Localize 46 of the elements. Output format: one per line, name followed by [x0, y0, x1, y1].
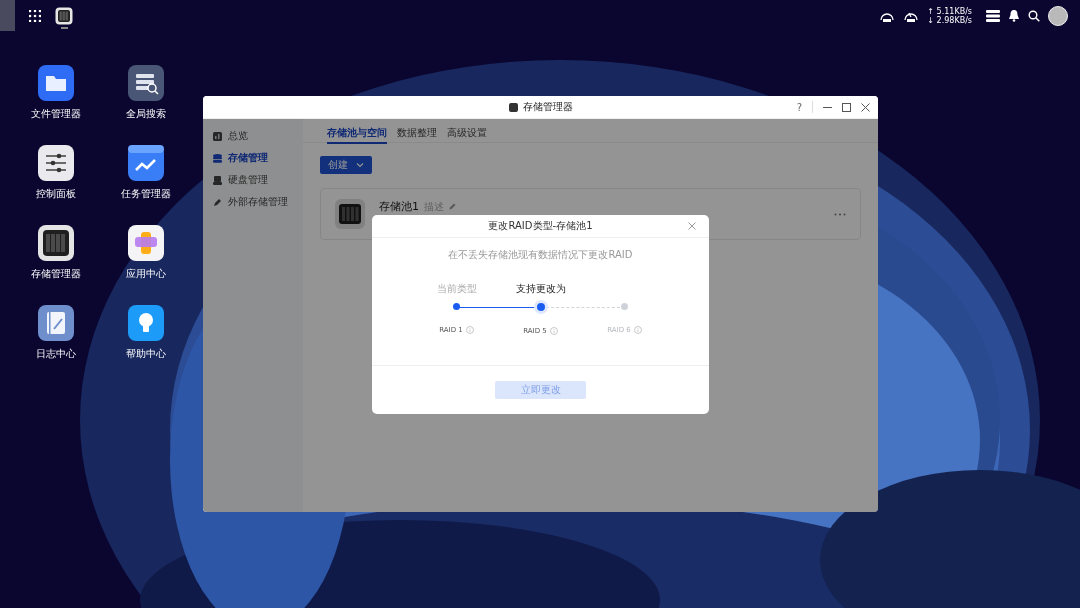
pool-name: 存储池1 — [379, 199, 419, 214]
app-grid-icon[interactable] — [29, 9, 41, 22]
bell-icon[interactable] — [1008, 9, 1020, 22]
storage-pool-icon — [335, 199, 365, 229]
step-caption: 当前类型 — [436, 281, 477, 296]
log-app-icon — [38, 305, 74, 341]
create-button[interactable]: 创建 — [320, 156, 372, 174]
desktop-shortcut[interactable]: 文件管理器 — [11, 65, 101, 121]
upload-speed: ↑ 5.11KB/s — [927, 6, 972, 16]
desktop-shortcut[interactable]: 应用中心 — [101, 225, 191, 281]
dialog-description: 在不丢失存储池现有数据情况下更改RAID — [447, 248, 634, 262]
window-title: 存储管理器 — [522, 100, 573, 114]
desktop-shortcut[interactable]: 帮助中心 — [101, 305, 191, 361]
search-icon[interactable] — [1028, 9, 1040, 22]
step-dot[interactable] — [621, 303, 628, 310]
external-icon — [213, 197, 222, 207]
desktop-shortcut[interactable]: 任务管理器 — [101, 145, 191, 201]
download-speed: ↓ 2.98KB/s — [927, 15, 972, 25]
bulb-app-icon — [128, 305, 164, 341]
tab[interactable]: 高级设置 — [447, 126, 487, 142]
step-caption: 支持更改为 — [515, 281, 566, 296]
desktop-shortcut[interactable]: 日志中心 — [11, 305, 101, 361]
more-icon[interactable] — [834, 212, 846, 216]
step-dot[interactable] — [533, 300, 548, 314]
desktop-shortcut[interactable]: 全局搜索 — [101, 65, 191, 121]
sliders-app-icon — [38, 145, 74, 181]
apps-app-icon — [128, 225, 164, 261]
server-icon[interactable] — [986, 9, 1000, 22]
storage-icon — [508, 102, 518, 112]
dialog-title: 更改RAID类型-存储池1 — [488, 219, 593, 233]
step-dot[interactable] — [453, 303, 460, 310]
close-icon[interactable] — [861, 102, 870, 112]
desktop-shortcut[interactable]: 存储管理器 — [11, 225, 101, 281]
caret-icon — [356, 162, 364, 168]
help-button[interactable]: ? — [796, 101, 802, 113]
search-app-icon — [128, 65, 164, 101]
chart-app-icon — [128, 145, 164, 181]
database-icon — [213, 153, 222, 163]
overview-icon — [213, 131, 222, 141]
desktop-shortcut[interactable]: 控制面板 — [11, 145, 101, 201]
maximize-icon[interactable] — [842, 102, 851, 112]
tab[interactable]: 数据整理 — [397, 126, 437, 142]
tab[interactable]: 存储池与空间 — [327, 126, 387, 144]
folder-app-icon — [38, 65, 74, 101]
storage-app-icon — [38, 225, 74, 261]
avatar[interactable] — [1048, 5, 1068, 26]
